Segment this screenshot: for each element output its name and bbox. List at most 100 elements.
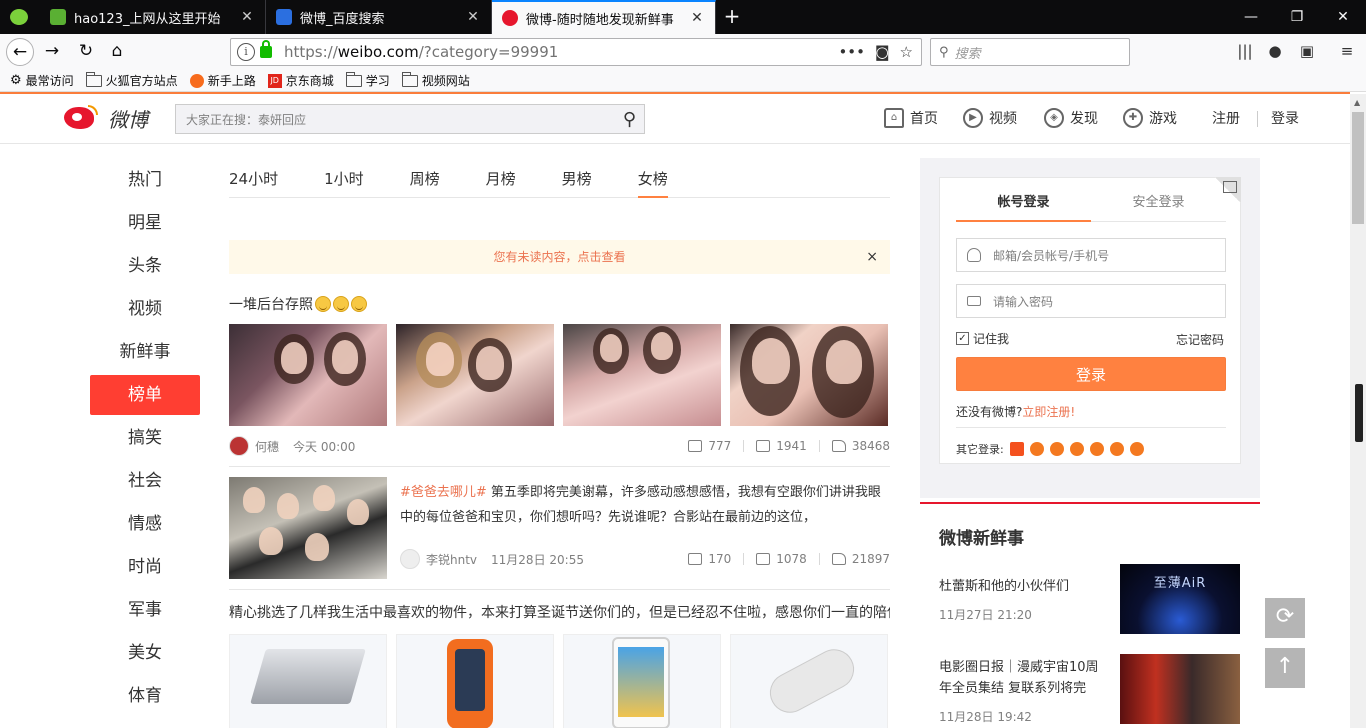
sidebar-item-headlines[interactable]: 头条 [90,246,200,289]
post-photo-laptop[interactable] [229,634,387,728]
page-scrollbar[interactable]: ▲ [1350,94,1366,728]
bookmark-star-icon[interactable]: ☆ [900,43,913,61]
new-tab-button[interactable]: + [720,4,744,30]
sidebar-item-emotion[interactable]: 情感 [90,504,200,547]
home-button[interactable]: ⌂ [103,38,131,66]
sidebar-item-beauty[interactable]: 美女 [90,633,200,676]
page-actions-icon[interactable]: ••• [838,43,865,61]
author-name[interactable]: 何穗 [255,438,279,455]
browser-search-input[interactable]: ⚲ 搜索 [930,38,1130,66]
post-photo[interactable] [229,324,387,426]
repost-count[interactable]: 777 [708,439,731,453]
sidebar-item-hot[interactable]: 热门 [90,160,200,203]
bookmark-firefox-site[interactable]: 火狐官方站点 [85,71,178,89]
nav-game[interactable]: ✚ 游戏 [1123,108,1177,128]
nav-home[interactable]: ⌂ 首页 [884,108,938,128]
like-count[interactable]: 21897 [852,552,890,566]
post-photo[interactable] [730,324,888,426]
scroll-up-icon[interactable]: ▲ [1354,98,1360,107]
tab-monthly[interactable]: 月榜 [486,160,516,197]
forward-button[interactable]: → [38,38,66,66]
tianyi-icon[interactable] [1069,442,1084,456]
nav-discover[interactable]: ◈ 发现 [1044,108,1098,128]
comment-icon[interactable] [756,553,771,565]
library-icon[interactable]: ||| [1234,42,1256,62]
sidebar-item-funny[interactable]: 搞笑 [90,418,200,461]
topic-tag[interactable]: #爸爸去哪儿# [400,485,487,500]
author-name[interactable]: 李锐hntv [426,551,477,568]
post-body[interactable]: #爸爸去哪儿# 第五季即将完美谢幕，许多感动感想感悟，我想有空跟你们讲讲我眼中的… [400,480,890,530]
fresh-item-image[interactable] [1120,654,1240,724]
fresh-item-image[interactable]: 至薄AiR [1120,564,1240,634]
alipay-icon[interactable] [1109,442,1124,456]
sidebar-item-fashion[interactable]: 时尚 [90,547,200,590]
bookmark-video-sites[interactable]: 视频网站 [401,71,470,89]
comment-count[interactable]: 1941 [776,439,807,453]
avatar[interactable] [229,436,249,456]
browser-tab-weibo[interactable]: 微博-随时随地发现新鲜事 ✕ [492,0,716,34]
360-icon[interactable] [1089,442,1104,456]
post-photo-speaker[interactable] [730,634,888,728]
wechat-login-icon[interactable] [1049,442,1064,456]
tab-account-login[interactable]: 帐号登录 [956,178,1091,222]
tab-female[interactable]: 女榜 [637,160,668,198]
sidebar-item-rankings[interactable]: 榜单 [90,375,200,415]
restore-window-button[interactable]: ❐ [1274,0,1320,34]
sidebar-item-video[interactable]: 视频 [90,289,200,332]
sidebar-item-sports[interactable]: 体育 [90,676,200,719]
post-photo[interactable] [229,477,387,579]
close-tab-icon[interactable]: ✕ [689,10,705,26]
like-count[interactable]: 38468 [852,439,890,453]
sidebar-item-fresh[interactable]: 新鲜事 [90,332,200,375]
baidu-paw-icon[interactable] [1129,442,1144,456]
tab-1h[interactable]: 1小时 [324,160,364,197]
tab-secure-login[interactable]: 安全登录 [1091,178,1226,221]
tab-male[interactable]: 男榜 [562,160,592,197]
bookmark-jd[interactable]: JD 京东商城 [267,72,334,89]
register-now-link[interactable]: 立即注册! [1022,405,1075,419]
scrollbar-thumb[interactable] [1352,112,1364,224]
url-bar[interactable]: i https://weibo.com/?category=99991 ••• … [230,38,922,66]
sidebar-item-stars[interactable]: 明星 [90,203,200,246]
back-button[interactable]: ← [6,38,34,66]
search-icon[interactable]: ⚲ [623,109,636,130]
like-icon[interactable] [831,440,846,452]
login-button[interactable]: 登录 [956,357,1226,391]
minimize-window-button[interactable]: — [1228,0,1274,34]
close-tab-icon[interactable]: ✕ [465,9,481,25]
pocket-icon[interactable]: ◙ [875,43,890,61]
bookmark-most-visited[interactable]: ⚙ 最常访问 [10,72,74,89]
fresh-item[interactable]: 电影圈日报｜漫威宇宙10周年全员集结 复联系列将完 11月28日 19:42 [939,654,1240,726]
feed-post[interactable]: #爸爸去哪儿# 第五季即将完美谢幕，许多感动感想感悟，我想有空跟你们讲讲我眼中的… [229,477,890,579]
post-text[interactable]: 精心挑选了几样我生活中最喜欢的物件，本来打算圣诞节送你们的，但是已经忍不住啦，感… [229,602,890,622]
tab-24h[interactable]: 24小时 [229,160,278,197]
wechat-icon[interactable] [10,9,28,25]
weibo-search-input[interactable]: 大家正在搜：泰妍回应 ⚲ [175,104,645,134]
post-photo[interactable] [563,324,721,426]
reload-button[interactable]: ↻ [72,38,100,66]
close-window-button[interactable]: ✕ [1320,0,1366,34]
sidebar-item-military[interactable]: 军事 [90,590,200,633]
taobao-icon[interactable] [1009,442,1024,456]
repost-count[interactable]: 170 [708,552,731,566]
post-photo[interactable] [396,324,554,426]
qq-icon[interactable] [1029,442,1044,456]
repost-icon[interactable] [688,440,703,452]
comment-icon[interactable] [756,440,771,452]
repost-icon[interactable] [688,553,703,565]
menu-icon[interactable]: ≡ [1336,42,1358,62]
unread-notice[interactable]: 您有未读内容，点击查看 × [229,240,890,274]
fresh-item-title[interactable]: 杜蕾斯和他的小伙伴们 [939,576,1111,597]
close-icon[interactable]: × [866,240,878,274]
back-to-top-button[interactable]: ↑ [1265,648,1305,688]
remember-me[interactable]: ✓ 记住我 [956,330,1009,347]
chat-icon[interactable]: ● [1264,42,1286,62]
weibo-logo[interactable]: 微博 [64,104,148,133]
login-link[interactable]: 登录 [1271,108,1299,128]
browser-tab-hao123[interactable]: hao123_上网从这里开始 ✕ [40,0,266,34]
site-info-icon[interactable]: i [237,43,255,61]
register-link[interactable]: 注册 [1212,108,1240,128]
close-tab-icon[interactable]: ✕ [239,9,255,25]
sidebar-item-society[interactable]: 社会 [90,461,200,504]
nav-video[interactable]: ▶ 视频 [963,108,1017,128]
